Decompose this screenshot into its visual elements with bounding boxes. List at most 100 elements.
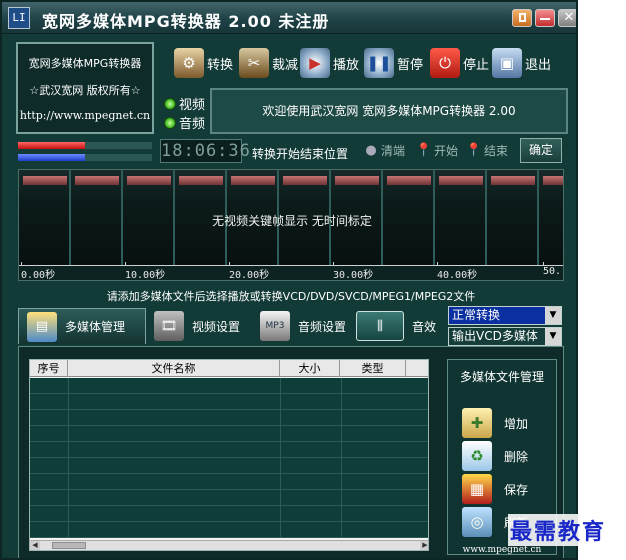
mp3-file-icon: MP3 bbox=[260, 311, 290, 341]
table-row[interactable] bbox=[30, 474, 428, 490]
app-window: LI 宽网多媒体MPG转换器 2.00 未注册 ✕ 宽网多媒体MPG转换器 ☆武… bbox=[0, 0, 578, 560]
pin-icon: 📍 bbox=[415, 143, 433, 158]
table-row[interactable] bbox=[30, 442, 428, 458]
add-file-label: 增加 bbox=[504, 416, 529, 431]
file-panel: 序号 文件名称 大小 类型 ◀ ▶ 多媒体文件管理 ✚ 增加 ♻ 删除 ▦ 保存… bbox=[18, 346, 564, 558]
scroll-right-icon[interactable]: ▶ bbox=[420, 541, 428, 550]
convert-button[interactable]: ⚙ 转换 bbox=[174, 47, 233, 79]
table-row[interactable] bbox=[30, 522, 428, 538]
range-start-label: 开始 bbox=[434, 144, 459, 158]
table-row[interactable] bbox=[30, 490, 428, 506]
minimize-button[interactable] bbox=[535, 9, 555, 27]
table-row[interactable] bbox=[30, 458, 428, 474]
output-format-select[interactable]: 输出VCD多媒体 ▼ bbox=[448, 327, 562, 346]
tab-video-label: 视频设置 bbox=[192, 319, 241, 334]
range-end-option[interactable]: 📍 结束 bbox=[465, 142, 509, 159]
column-header-extra[interactable] bbox=[406, 360, 428, 377]
exit-button[interactable]: ▣ 退出 bbox=[492, 47, 551, 79]
led-indicator-icon bbox=[164, 116, 176, 129]
output-format-value: 输出VCD多媒体 bbox=[452, 329, 538, 343]
chevron-down-icon[interactable]: ▼ bbox=[545, 328, 561, 345]
hint-text: 请添加多媒体文件后选择播放或转换VCD/DVD/SVCD/MPEG1/MPEG2… bbox=[106, 290, 476, 303]
equalizer-sliders-icon: ⫼ bbox=[356, 311, 404, 341]
window-title: 宽网多媒体MPG转换器 2.00 未注册 bbox=[42, 12, 330, 31]
manager-url: www.mpegnet.cn bbox=[462, 545, 542, 555]
range-clear-option[interactable]: ● 清端 bbox=[364, 142, 405, 159]
pause-label: 暂停 bbox=[397, 57, 424, 73]
monitor-exit-icon: ▣ bbox=[492, 48, 522, 78]
table-row[interactable] bbox=[30, 426, 428, 442]
column-header-size[interactable]: 大小 bbox=[280, 360, 340, 377]
convert-label: 转换 bbox=[207, 57, 234, 73]
save-list-button[interactable]: ▦ 保存 bbox=[462, 474, 552, 504]
column-header-index[interactable]: 序号 bbox=[30, 360, 68, 377]
audio-toggle[interactable]: 音频 bbox=[164, 113, 205, 132]
time-ruler: 0.00秒 10.00秒 20.00秒 30.00秒 40.00秒 50. bbox=[19, 262, 563, 280]
time-tick: 40.00秒 bbox=[437, 262, 477, 280]
column-header-filename[interactable]: 文件名称 bbox=[68, 360, 280, 377]
range-clear-label: 清端 bbox=[381, 144, 406, 158]
pause-button[interactable]: ❚❚ 暂停 bbox=[364, 47, 423, 79]
file-manager-title: 多媒体文件管理 bbox=[459, 370, 544, 384]
delete-file-button[interactable]: ♻ 删除 bbox=[462, 441, 552, 471]
tab-media-label: 多媒体管理 bbox=[65, 320, 126, 334]
conversion-mode-value: 正常转换 bbox=[452, 308, 501, 322]
cut-button[interactable]: ✂ 裁减 bbox=[239, 47, 298, 79]
time-tick: 10.00秒 bbox=[125, 262, 165, 280]
tab-video-settings[interactable]: 🎞 视频设置 bbox=[154, 308, 250, 344]
table-row[interactable] bbox=[30, 506, 428, 522]
media-folder-icon: ▤ bbox=[27, 311, 57, 342]
delete-file-label: 删除 bbox=[504, 449, 529, 464]
table-row[interactable] bbox=[30, 410, 428, 426]
cut-label: 裁减 bbox=[272, 57, 299, 73]
scroll-thumb[interactable] bbox=[52, 542, 86, 549]
file-table-rows bbox=[30, 378, 428, 542]
table-row[interactable] bbox=[30, 378, 428, 394]
tab-effects-label: 音效 bbox=[412, 319, 437, 334]
refresh-disc-icon: ◎ bbox=[462, 507, 492, 537]
tab-audio-label: 音频设置 bbox=[298, 319, 347, 334]
tab-audio-settings[interactable]: MP3 音频设置 bbox=[260, 308, 350, 344]
about-url: http://www.mpegnet.cn bbox=[19, 109, 151, 122]
stop-button[interactable]: ⏻ 停止 bbox=[430, 47, 489, 79]
close-button[interactable]: ✕ bbox=[558, 9, 576, 27]
power-icon: ⏻ bbox=[430, 48, 460, 78]
status-message: 欢迎使用武汉宽网 宽网多媒体MPG转换器 2.00 bbox=[210, 88, 568, 134]
watermark-logo: 最需教育 bbox=[508, 514, 609, 546]
save-disk-icon: ▦ bbox=[462, 474, 492, 504]
range-end-label: 结束 bbox=[484, 144, 509, 158]
horizontal-scrollbar[interactable]: ◀ ▶ bbox=[30, 540, 428, 550]
scroll-left-icon[interactable]: ◀ bbox=[30, 541, 40, 550]
time-display: 18:06:36 bbox=[160, 139, 251, 163]
filmstrip-empty-message: 无视频关键帧显示 无时间标定 bbox=[212, 214, 372, 228]
time-tick: 20.00秒 bbox=[229, 262, 269, 280]
add-folder-icon: ✚ bbox=[462, 408, 492, 438]
pause-icon: ❚❚ bbox=[364, 48, 394, 78]
video-toggle[interactable]: 视频 bbox=[164, 94, 205, 113]
audio-toggle-label: 音频 bbox=[179, 117, 206, 132]
file-table[interactable]: 序号 文件名称 大小 类型 ◀ ▶ bbox=[29, 359, 429, 551]
save-list-label: 保存 bbox=[504, 482, 529, 497]
add-file-button[interactable]: ✚ 增加 bbox=[462, 408, 552, 438]
scissors-reel-icon: ✂ bbox=[239, 48, 269, 78]
title-bar[interactable]: LI 宽网多媒体MPG转换器 2.00 未注册 ✕ bbox=[2, 2, 576, 34]
play-button[interactable]: ▶ 播放 bbox=[300, 47, 359, 79]
column-header-type[interactable]: 类型 bbox=[340, 360, 406, 377]
red-level-fill bbox=[18, 142, 85, 149]
about-product-name: 宽网多媒体MPG转换器 bbox=[28, 57, 142, 70]
confirm-button[interactable]: 确定 bbox=[520, 138, 562, 163]
recycle-bin-icon: ♻ bbox=[462, 441, 492, 471]
restore-button[interactable] bbox=[512, 9, 532, 27]
time-tick: 30.00秒 bbox=[333, 262, 373, 280]
keyframe-filmstrip[interactable]: 无视频关键帧显示 无时间标定 0.00秒 10.00秒 20.00秒 30.00… bbox=[18, 169, 564, 281]
blue-level-fill bbox=[18, 154, 85, 161]
table-row[interactable] bbox=[30, 394, 428, 410]
red-level-meter bbox=[18, 142, 152, 149]
range-label: 转换开始结束位置 bbox=[252, 147, 349, 161]
chevron-down-icon[interactable]: ▼ bbox=[545, 307, 561, 324]
range-start-option[interactable]: 📍 开始 bbox=[415, 142, 459, 159]
tab-sound-effects[interactable]: ⫼ 音效 bbox=[356, 308, 438, 344]
pin-icon: 📍 bbox=[465, 143, 483, 158]
conversion-mode-select[interactable]: 正常转换 ▼ bbox=[448, 306, 562, 325]
tab-media-management[interactable]: ▤ 多媒体管理 bbox=[18, 308, 146, 344]
